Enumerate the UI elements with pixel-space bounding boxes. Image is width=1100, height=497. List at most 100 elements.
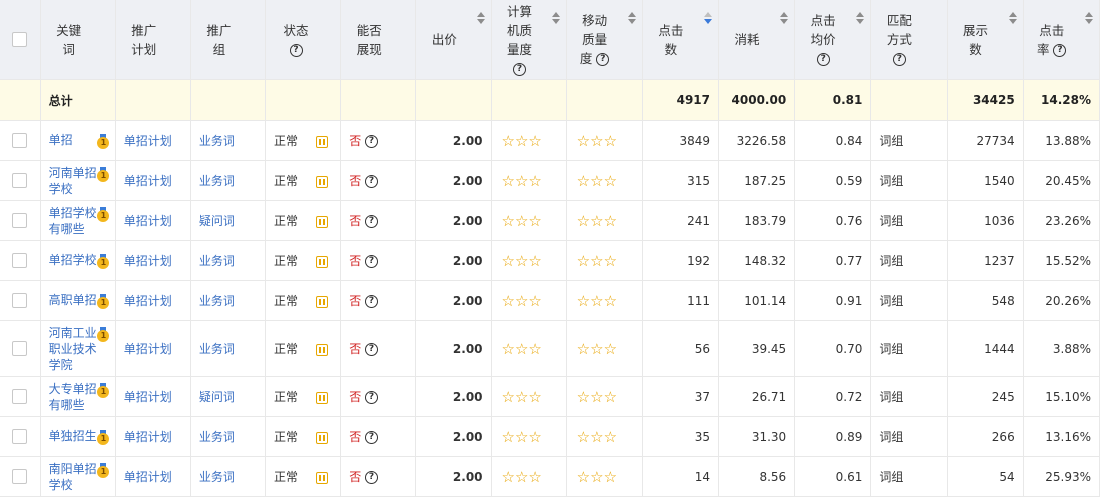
group-link[interactable]: 业务词 xyxy=(199,254,235,268)
medal-icon[interactable] xyxy=(97,206,110,222)
help-icon[interactable]: ? xyxy=(513,62,527,76)
col-cost[interactable]: 消耗 xyxy=(718,0,796,80)
pause-icon[interactable] xyxy=(316,431,329,444)
medal-icon[interactable] xyxy=(97,430,110,445)
col-bid[interactable]: 出价 xyxy=(415,0,492,80)
pause-icon[interactable] xyxy=(316,215,329,228)
sort-icon[interactable] xyxy=(551,12,560,24)
row-checkbox[interactable] xyxy=(12,253,28,268)
bid-cell[interactable]: 2.00 xyxy=(415,456,492,497)
sort-icon[interactable] xyxy=(476,12,485,24)
help-icon[interactable]: ? xyxy=(596,53,610,66)
help-icon[interactable]: ? xyxy=(816,53,830,66)
keyword-link[interactable]: 单招学校 xyxy=(49,252,98,268)
medal-icon[interactable] xyxy=(97,294,110,309)
keyword-link[interactable]: 单招学校有哪些 xyxy=(49,205,98,237)
keyword-link[interactable]: 大专单招有哪些 xyxy=(49,381,98,413)
medal-icon[interactable] xyxy=(97,254,110,269)
plan-link[interactable]: 单招计划 xyxy=(124,470,172,484)
col-ctr[interactable]: 点击率 ? xyxy=(1023,0,1100,80)
total-checkbox-cell xyxy=(0,79,41,121)
help-icon[interactable]: ? xyxy=(365,255,379,268)
col-pc-quality[interactable]: 计算机质量度 ? xyxy=(491,0,567,80)
col-mobile-quality[interactable]: 移动质量度 ? xyxy=(566,0,643,80)
plan-link[interactable]: 单招计划 xyxy=(124,342,172,356)
medal-icon[interactable] xyxy=(97,134,110,149)
sort-icon[interactable] xyxy=(1085,12,1093,24)
help-icon[interactable]: ? xyxy=(365,135,379,148)
row-checkbox[interactable] xyxy=(12,341,28,356)
keyword-link[interactable]: 南阳单招学校 xyxy=(49,461,98,493)
keyword-link[interactable]: 河南单招学校 xyxy=(49,165,98,197)
bid-cell[interactable]: 2.00 xyxy=(415,240,492,281)
group-link[interactable]: 业务词 xyxy=(199,134,235,148)
help-icon[interactable]: ? xyxy=(365,471,379,484)
bid-cell[interactable]: 2.00 xyxy=(415,320,492,377)
pause-icon[interactable] xyxy=(316,255,329,268)
keyword-link[interactable]: 单独招生 xyxy=(49,428,98,444)
row-checkbox[interactable] xyxy=(12,293,28,308)
medal-icon[interactable] xyxy=(97,462,110,478)
col-avg-cpc[interactable]: 点击均价 ? xyxy=(794,0,872,80)
help-icon[interactable]: ? xyxy=(365,175,379,188)
row-checkbox[interactable] xyxy=(12,429,28,444)
help-icon[interactable]: ? xyxy=(365,215,379,228)
match-cell: 词组 xyxy=(870,416,948,457)
group-link[interactable]: 业务词 xyxy=(199,430,235,444)
medal-icon[interactable] xyxy=(97,382,110,398)
help-icon[interactable]: ? xyxy=(365,343,379,356)
keyword-link[interactable]: 高职单招 xyxy=(49,292,98,308)
group-link[interactable]: 疑问词 xyxy=(199,390,235,404)
keyword-link[interactable]: 河南工业职业技术学院 xyxy=(49,325,98,373)
plan-link[interactable]: 单招计划 xyxy=(124,390,172,404)
bid-cell[interactable]: 2.00 xyxy=(415,280,492,321)
help-icon[interactable]: ? xyxy=(1053,43,1067,57)
medal-icon[interactable] xyxy=(97,166,110,182)
pause-icon[interactable] xyxy=(316,391,329,404)
bid-cell[interactable]: 2.00 xyxy=(415,200,492,241)
pause-icon[interactable] xyxy=(316,135,329,148)
help-icon[interactable]: ? xyxy=(365,431,379,444)
plan-link[interactable]: 单招计划 xyxy=(124,134,172,148)
sort-desc-icon[interactable] xyxy=(704,12,713,24)
bid-cell[interactable]: 2.00 xyxy=(415,120,492,161)
pause-icon[interactable] xyxy=(316,175,329,188)
select-all-checkbox[interactable] xyxy=(12,32,28,47)
plan-link[interactable]: 单招计划 xyxy=(124,294,172,308)
group-link[interactable]: 业务词 xyxy=(199,294,235,308)
help-icon[interactable]: ? xyxy=(892,53,906,66)
row-checkbox[interactable] xyxy=(12,389,28,404)
bid-cell[interactable]: 2.00 xyxy=(415,160,492,201)
row-checkbox[interactable] xyxy=(12,213,28,228)
keyword-cell: 河南单招学校 xyxy=(40,160,116,201)
sort-icon[interactable] xyxy=(1008,12,1017,24)
help-icon[interactable]: ? xyxy=(365,391,379,404)
pause-icon[interactable] xyxy=(316,295,329,308)
help-icon[interactable]: ? xyxy=(365,295,379,308)
row-checkbox[interactable] xyxy=(12,469,28,484)
group-link[interactable]: 业务词 xyxy=(199,174,235,188)
medal-icon[interactable] xyxy=(97,326,110,342)
plan-link[interactable]: 单招计划 xyxy=(124,254,172,268)
sort-icon[interactable] xyxy=(627,12,636,24)
help-icon[interactable]: ? xyxy=(289,43,303,57)
sort-icon[interactable] xyxy=(856,12,865,24)
group-link[interactable]: 业务词 xyxy=(199,342,235,356)
col-clicks[interactable]: 点击数 xyxy=(642,0,720,80)
plan-link[interactable]: 单招计划 xyxy=(124,214,172,228)
plan-link[interactable]: 单招计划 xyxy=(124,174,172,188)
bid-cell[interactable]: 2.00 xyxy=(415,416,492,457)
sort-icon[interactable] xyxy=(780,12,789,24)
col-impressions[interactable]: 展示数 xyxy=(947,0,1024,80)
row-checkbox[interactable] xyxy=(12,173,28,188)
bid-cell[interactable]: 2.00 xyxy=(415,376,492,417)
group-link[interactable]: 疑问词 xyxy=(199,214,235,228)
plan-cell: 单招计划 xyxy=(115,120,191,161)
row-checkbox[interactable] xyxy=(12,133,28,148)
avg-cpc-cell: 0.89 xyxy=(794,416,872,457)
keyword-link[interactable]: 单招 xyxy=(49,132,98,148)
pause-icon[interactable] xyxy=(316,471,329,484)
pause-icon[interactable] xyxy=(316,343,329,356)
group-link[interactable]: 业务词 xyxy=(199,470,235,484)
plan-link[interactable]: 单招计划 xyxy=(124,430,172,444)
